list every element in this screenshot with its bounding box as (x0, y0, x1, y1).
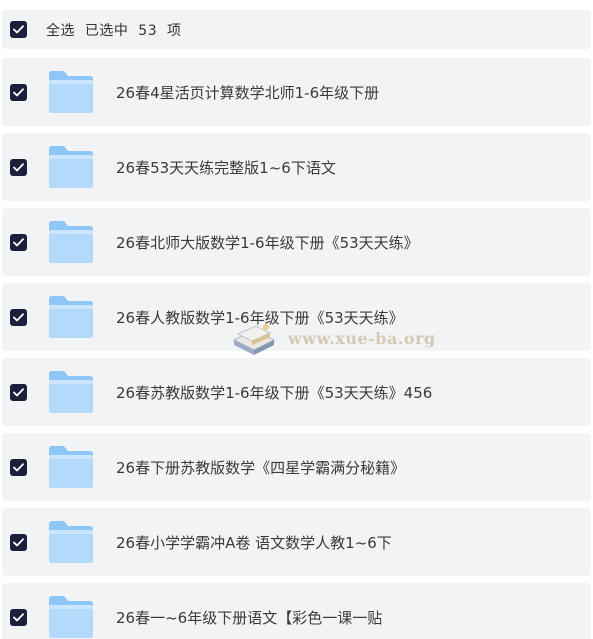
check-icon (13, 312, 24, 321)
select-all-checkbox[interactable] (10, 21, 27, 38)
file-list: 26春4星活页计算数学北师1-6年级下册 26春53天天练完整版1~6下语文 26春… (2, 58, 591, 639)
folder-icon (48, 520, 94, 564)
file-name: 26春下册苏教版数学《四星学霸满分秘籍》 (116, 458, 406, 477)
file-checkbox[interactable] (10, 533, 27, 551)
file-checkbox[interactable] (10, 383, 27, 401)
file-checkbox[interactable] (10, 308, 27, 326)
file-row[interactable]: 26春下册苏教版数学《四星学霸满分秘籍》 (2, 433, 591, 501)
select-all-row[interactable]: 全选 已选中 53 项 (2, 10, 591, 49)
check-icon (13, 462, 24, 471)
file-row[interactable]: 26春4星活页计算数学北师1-6年级下册 (2, 58, 591, 126)
file-name: 26春小学学霸冲A卷 语文数学人教1~6下 (116, 533, 392, 552)
file-row[interactable]: 26春北师大版数学1-6年级下册《53天天练》 (2, 208, 591, 276)
check-icon (13, 537, 24, 546)
check-icon (13, 87, 24, 96)
check-icon (13, 162, 24, 171)
check-icon (13, 237, 24, 246)
folder-icon (48, 370, 94, 414)
file-name: 26春4星活页计算数学北师1-6年级下册 (116, 83, 380, 102)
folder-icon (48, 445, 94, 489)
file-name: 26春人教版数学1-6年级下册《53天天练》 (116, 308, 404, 327)
folder-icon (48, 70, 94, 114)
file-name: 26春北师大版数学1-6年级下册《53天天练》 (116, 233, 419, 252)
file-checkbox[interactable] (10, 608, 27, 626)
file-row[interactable]: 26春人教版数学1-6年级下册《53天天练》 (2, 283, 591, 351)
file-checkbox[interactable] (10, 158, 27, 176)
file-checkbox[interactable] (10, 83, 27, 101)
selection-count-text: 全选 已选中 53 项 (46, 22, 182, 39)
check-icon (13, 612, 24, 621)
file-row[interactable]: 26春一~6年级下册语文【彩色一课一贴 (2, 583, 591, 639)
file-row[interactable]: 26春苏教版数学1-6年级下册《53天天练》456 (2, 358, 591, 426)
folder-icon (48, 145, 94, 189)
folder-icon (48, 595, 94, 639)
file-name: 26春一~6年级下册语文【彩色一课一贴 (116, 608, 383, 627)
file-checkbox[interactable] (10, 458, 27, 476)
file-name: 26春苏教版数学1-6年级下册《53天天练》456 (116, 383, 433, 402)
check-icon (13, 25, 24, 34)
folder-icon (48, 220, 94, 264)
file-row[interactable]: 26春小学学霸冲A卷 语文数学人教1~6下 (2, 508, 591, 576)
file-checkbox[interactable] (10, 233, 27, 251)
file-name: 26春53天天练完整版1~6下语文 (116, 158, 336, 177)
folder-icon (48, 295, 94, 339)
file-row[interactable]: 26春53天天练完整版1~6下语文 (2, 133, 591, 201)
file-selection-page: 全选 已选中 53 项 26春4星活页计算数学北师1-6年级下册 26春53天天练… (0, 0, 593, 639)
check-icon (13, 387, 24, 396)
